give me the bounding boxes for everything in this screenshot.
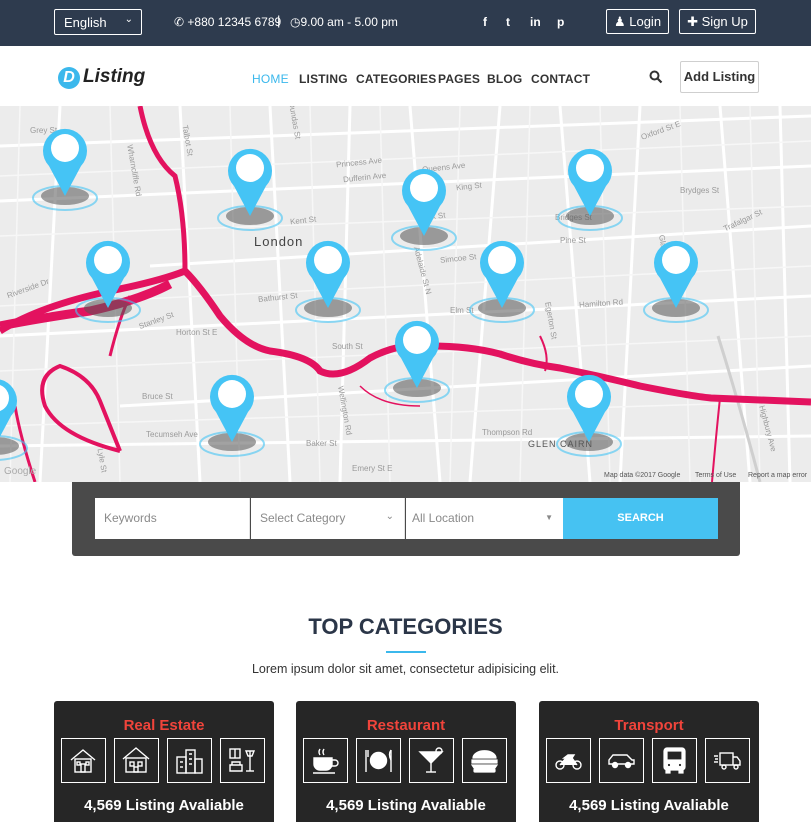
separator: | [277,13,281,28]
category-count: 4,569 Listing Avaliable [326,797,486,814]
category-card-restaurant[interactable]: Restaurant 4,569 Listing Avaliable [296,701,516,822]
category-count: 4,569 Listing Avaliable [569,797,729,814]
linkedin-icon[interactable]: in [530,15,541,29]
map-pin-icon[interactable] [545,124,635,234]
map-street: Horton St E [176,328,218,337]
keywords-input[interactable]: Keywords [95,498,250,539]
add-listing-button[interactable]: Add Listing [680,61,759,93]
map-view[interactable]: London GLEN CAIRN Talbot St Dundas St Pr… [0,106,811,482]
map-pin-icon[interactable] [20,106,110,214]
language-select[interactable]: English ⌄ [54,9,142,35]
signup-label: Sign Up [701,14,748,29]
twitter-icon[interactable]: t [506,15,510,29]
burger-icon[interactable] [462,738,507,783]
login-button[interactable]: ♟ Login [606,9,669,34]
category-placeholder: Select Category [260,511,346,525]
location-select[interactable]: All Location ▼ [406,498,563,539]
map-pin-icon[interactable] [187,350,277,460]
nav-listing[interactable]: LISTING [299,72,348,86]
map-street: Baker St [306,439,337,448]
search-button[interactable]: SEARCH [563,498,718,539]
villa-icon[interactable] [114,738,159,783]
phone-icon: ✆ [174,15,185,29]
login-label: Login [629,14,662,29]
map-pin-icon[interactable] [631,216,721,326]
google-logo[interactable]: Google [4,466,36,477]
map-pin-icon[interactable] [0,354,40,464]
nav-contact[interactable]: CONTACT [531,72,590,86]
buildings-icon[interactable] [167,738,212,783]
motorbike-icon[interactable] [546,738,591,783]
map-pin-icon[interactable] [205,124,295,234]
user-icon: ♟ [613,14,626,29]
language-value: English [64,15,107,30]
plus-icon: ✚ [687,14,699,29]
category-card-transport[interactable]: Transport 4,569 Listing Avaliable [539,701,759,822]
report-map-error-link[interactable]: Report a map error [748,472,807,479]
map-pin-icon[interactable] [283,216,373,326]
logo-mark[interactable]: D [58,67,80,89]
interior-icon[interactable] [220,738,265,783]
title-underline [386,651,426,653]
category-title: Transport [614,717,684,734]
truck-icon[interactable] [705,738,750,783]
cup-icon[interactable] [303,738,348,783]
map-pin-icon[interactable] [544,350,634,460]
nav-pages[interactable]: PAGES [438,72,480,86]
clock-icon: ◷ [290,15,301,29]
nav-categories[interactable]: CATEGORIES [356,72,436,86]
phone-number: ✆ +880 12345 6789 [174,15,281,29]
category-title: Real Estate [123,717,205,734]
category-select[interactable]: Select Category ⌄ [251,498,405,539]
map-street: Brydges St [680,186,720,195]
section-subtitle: Lorem ipsum dolor sit amet, consectetur … [251,662,560,676]
car-icon[interactable] [599,738,644,783]
phone-text: +880 12345 6789 [187,15,282,29]
map-data-credit: Map data ©2017 Google [604,472,681,479]
map-pin-icon[interactable] [379,144,469,254]
category-count: 4,569 Listing Avaliable [84,797,244,814]
map-pin-icon[interactable] [372,296,462,406]
logo-text[interactable]: Listing [83,66,145,88]
map-pin-icon[interactable] [63,216,153,326]
nav-home[interactable]: HOME [252,72,289,86]
map-street: South St [332,342,363,351]
search-icon[interactable] [649,70,663,84]
map-street: Emery St E [352,464,393,473]
house-icon[interactable] [61,738,106,783]
pinterest-icon[interactable]: p [557,15,564,29]
cocktail-icon[interactable] [409,738,454,783]
plate-icon[interactable] [356,738,401,783]
terms-link[interactable]: Terms of Use [695,472,736,479]
chevron-down-icon: ⌄ [124,14,133,25]
category-card-real-estate[interactable]: Real Estate 4,569 Listing Avaliable [54,701,274,822]
facebook-icon[interactable]: f [483,15,487,29]
map-street: Pine St [560,236,586,245]
category-title: Restaurant [366,717,446,734]
location-placeholder: All Location [412,511,475,525]
map-street: Bruce St [142,392,173,401]
chevron-down-icon: ⌄ [385,511,394,522]
keywords-placeholder: Keywords [104,511,157,525]
section-title: TOP CATEGORIES [308,614,503,639]
hours-text: 9.00 am - 5.00 pm [300,15,398,29]
caret-down-icon: ▼ [545,513,553,522]
signup-button[interactable]: ✚ Sign Up [679,9,756,34]
opening-hours: ◷9.00 am - 5.00 pm [290,15,398,29]
map-pin-icon[interactable] [457,216,547,326]
nav-blog[interactable]: BLOG [487,72,522,86]
bus-icon[interactable] [652,738,697,783]
map-street: Thompson Rd [482,428,533,437]
